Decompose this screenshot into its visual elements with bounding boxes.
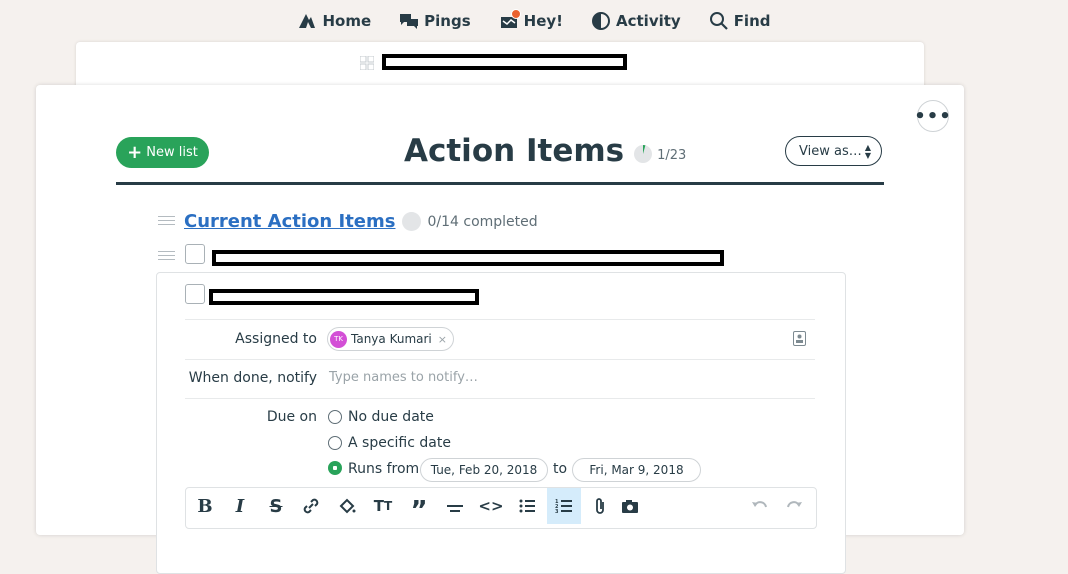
notification-dot xyxy=(510,9,521,19)
redacted-project-name[interactable] xyxy=(382,54,627,70)
start-date-value: Tue, Feb 20, 2018 xyxy=(430,463,538,477)
start-date-field[interactable]: Tue, Feb 20, 2018 xyxy=(420,458,548,482)
assigned-to-label: Assigned to xyxy=(235,331,317,347)
list-progress: 0/14 completed xyxy=(427,213,538,230)
nav-home-label: Home xyxy=(322,12,372,30)
top-navigation: Home Pings Hey! Activity Find xyxy=(0,0,1068,42)
end-date-value: Fri, Mar 9, 2018 xyxy=(589,463,684,477)
title-divider xyxy=(116,182,884,185)
redacted-todo-title-input[interactable] xyxy=(209,289,479,305)
todo-checkbox[interactable] xyxy=(185,244,205,264)
nav-home[interactable]: Home xyxy=(297,12,371,30)
specific-date-label: A specific date xyxy=(348,435,451,451)
list-title-link[interactable]: Current Action Items xyxy=(184,211,395,232)
updown-arrows-icon: ▲ ▼ xyxy=(864,143,871,160)
nav-activity-label: Activity xyxy=(616,12,681,30)
avatar: TK xyxy=(330,330,347,348)
search-icon xyxy=(709,12,728,30)
view-as-select[interactable]: View as… ▲ ▼ xyxy=(785,136,882,166)
notify-input[interactable]: Type names to notify… xyxy=(329,370,478,385)
nav-pings-label: Pings xyxy=(424,12,471,30)
list-header: Current Action Items 0/14 completed xyxy=(184,211,538,232)
remove-assignee-icon[interactable]: × xyxy=(438,333,447,346)
progress-pie-icon xyxy=(634,145,653,163)
page-title-group: Action Items 1/23 xyxy=(404,133,686,169)
nav-activity[interactable]: Activity xyxy=(591,12,681,30)
more-options-button[interactable]: ••• xyxy=(914,100,952,132)
nav-hey-label: Hey! xyxy=(523,12,563,30)
new-list-label: New list xyxy=(146,145,198,160)
field-divider xyxy=(185,359,815,360)
drag-handle-icon[interactable] xyxy=(158,251,175,261)
todo-checkbox[interactable] xyxy=(185,284,205,304)
nav-hey[interactable]: Hey! xyxy=(499,9,563,30)
notify-label: When done, notify xyxy=(188,370,317,386)
activity-pie-icon xyxy=(592,12,610,30)
contact-card-icon[interactable] xyxy=(793,331,806,346)
main-card: ••• + New list Action Items 1/23 View as… xyxy=(36,85,964,574)
more-icon: ••• xyxy=(914,105,952,127)
no-due-date-label: No due date xyxy=(348,409,434,425)
redacted-todo-title[interactable] xyxy=(212,250,724,266)
radio-runs-from[interactable] xyxy=(328,461,342,475)
due-on-label: Due on xyxy=(266,409,317,425)
nav-pings[interactable]: Pings xyxy=(399,12,471,30)
field-divider xyxy=(185,319,815,320)
end-date-field[interactable]: Fri, Mar 9, 2018 xyxy=(572,458,701,482)
plus-icon: + xyxy=(127,141,143,163)
page-title: Action Items xyxy=(404,133,625,169)
todo-editor: Assigned to TK Tanya Kumari × When done,… xyxy=(156,272,846,574)
home-icon xyxy=(299,14,316,28)
radio-specific-date[interactable] xyxy=(328,436,342,450)
date-range-to-label: to xyxy=(553,461,568,477)
assignee-name: Tanya Kumari xyxy=(351,332,432,346)
page-count: 1/23 xyxy=(657,147,687,163)
chat-bubbles-icon xyxy=(400,14,419,29)
new-list-button[interactable]: + New list xyxy=(116,137,209,168)
formatting-toolbar: B I S TT ” <> 123 xyxy=(185,487,817,529)
view-as-label: View as… xyxy=(799,143,862,159)
runs-from-label: Runs from xyxy=(348,461,420,477)
drag-handle-icon[interactable] xyxy=(158,216,175,226)
nav-find[interactable]: Find xyxy=(709,12,771,30)
grid-icon[interactable] xyxy=(360,56,374,70)
assignee-chip[interactable]: TK Tanya Kumari × xyxy=(327,327,454,351)
svg-text:3: 3 xyxy=(555,509,559,515)
nav-find-label: Find xyxy=(733,12,771,30)
list-progress-pie-icon xyxy=(402,212,422,231)
field-divider xyxy=(185,398,815,399)
radio-no-due-date[interactable] xyxy=(328,410,342,424)
